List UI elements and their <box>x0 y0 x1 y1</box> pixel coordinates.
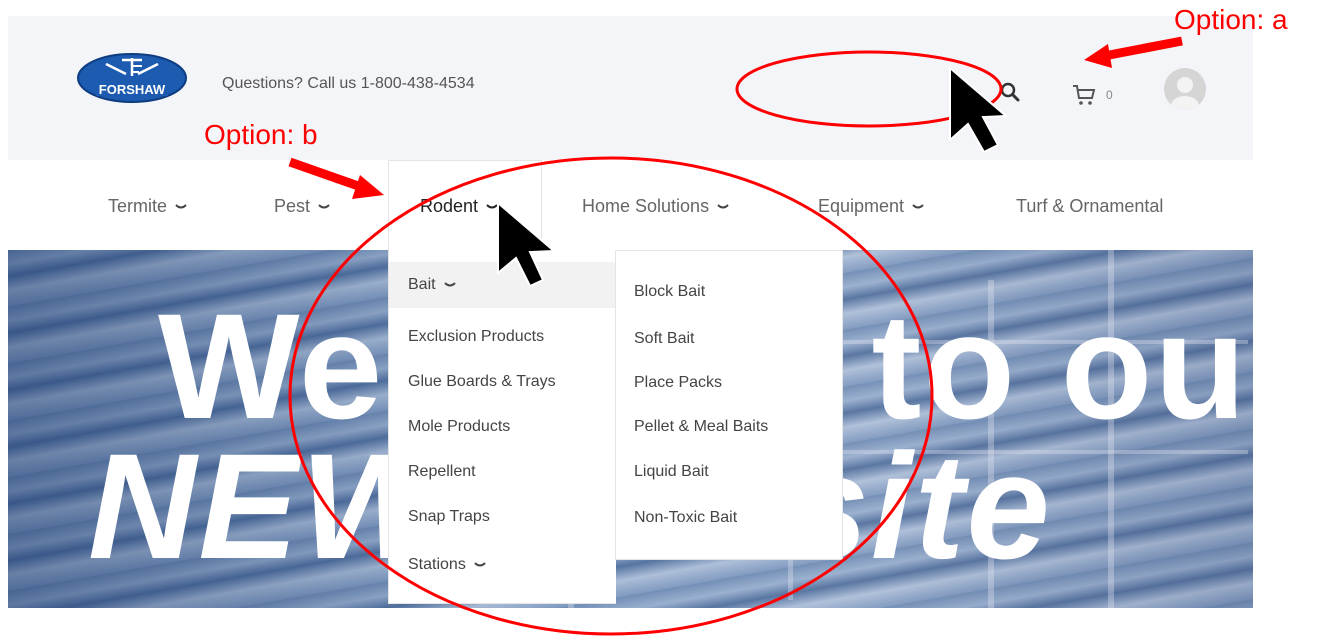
submenu-item-place-packs[interactable]: Place Packs <box>634 374 722 392</box>
nav-label: Home Solutions <box>582 196 710 216</box>
menu-label: Repellent <box>408 463 476 480</box>
menu-label: Exclusion Products <box>408 328 545 345</box>
chevron-down-icon <box>443 282 456 287</box>
cart-count: 0 <box>1106 88 1113 102</box>
nav-label: Turf & Ornamental <box>1016 196 1164 216</box>
dropdown-submenu-column: Block Bait Soft Bait Place Packs Pellet … <box>615 250 843 560</box>
search-icon <box>1000 82 1020 102</box>
menu-label: Bait <box>408 276 436 293</box>
menu-item-snap-traps[interactable]: Snap Traps <box>389 494 616 540</box>
chevron-down-icon <box>912 203 924 208</box>
menu-item-mole-products[interactable]: Mole Products <box>389 404 616 450</box>
chevron-down-icon <box>318 203 330 208</box>
submenu-item-liquid-bait[interactable]: Liquid Bait <box>634 463 709 481</box>
nav-label: Rodent <box>420 196 479 216</box>
chevron-down-icon <box>175 203 187 208</box>
menu-item-exclusion-products[interactable]: Exclusion Products <box>389 314 616 360</box>
nav-label: Termite <box>108 196 168 216</box>
header-bar: FORSHAW Questions? Call us 1-800-438-453… <box>8 16 1253 160</box>
submenu-item-soft-bait[interactable]: Soft Bait <box>634 330 694 348</box>
cart-button[interactable]: 0 <box>1072 80 1132 110</box>
menu-item-stations[interactable]: Stations <box>389 542 616 588</box>
chevron-down-icon <box>717 203 729 208</box>
page: FORSHAW Questions? Call us 1-800-438-453… <box>0 0 1331 637</box>
search-button[interactable] <box>996 78 1026 108</box>
nav-item-turf-ornamental[interactable]: Turf & Ornamental <box>1016 196 1163 217</box>
nav-item-home-solutions[interactable]: Home Solutions <box>582 196 729 217</box>
main-nav: Termite Pest Rodent Home Solutions Equip… <box>0 160 1260 250</box>
nav-item-pest[interactable]: Pest <box>274 196 330 217</box>
user-avatar-button[interactable] <box>1164 68 1206 110</box>
menu-item-glue-boards-trays[interactable]: Glue Boards & Trays <box>389 359 616 405</box>
menu-label: Glue Boards & Trays <box>408 373 556 390</box>
chevron-down-icon <box>486 203 498 208</box>
nav-label: Equipment <box>818 196 905 216</box>
menu-label: Snap Traps <box>408 508 490 525</box>
dropdown-category-column: Bait Exclusion Products Glue Boards & Tr… <box>388 250 616 604</box>
cart-icon <box>1073 85 1096 105</box>
nav-item-equipment[interactable]: Equipment <box>818 196 924 217</box>
submenu-item-non-toxic-bait[interactable]: Non-Toxic Bait <box>634 509 737 527</box>
menu-label: Mole Products <box>408 418 511 435</box>
rodent-dropdown-menu: Bait Exclusion Products Glue Boards & Tr… <box>388 250 843 604</box>
user-avatar-icon <box>1164 68 1206 110</box>
forshaw-logo[interactable]: FORSHAW <box>76 52 188 104</box>
chevron-down-icon <box>474 562 486 567</box>
menu-item-bait[interactable]: Bait <box>389 262 616 308</box>
phone-contact: Questions? Call us 1-800-438-4534 <box>222 75 475 92</box>
nav-item-termite[interactable]: Termite <box>108 196 187 217</box>
submenu-item-pellet-meal-baits[interactable]: Pellet & Meal Baits <box>634 418 768 436</box>
menu-label: Stations <box>408 556 466 573</box>
nav-label: Pest <box>274 196 311 216</box>
menu-item-repellent[interactable]: Repellent <box>389 449 616 495</box>
nav-item-rodent[interactable]: Rodent <box>420 196 498 217</box>
logo-text: FORSHAW <box>99 82 166 97</box>
submenu-item-block-bait[interactable]: Block Bait <box>634 283 705 301</box>
